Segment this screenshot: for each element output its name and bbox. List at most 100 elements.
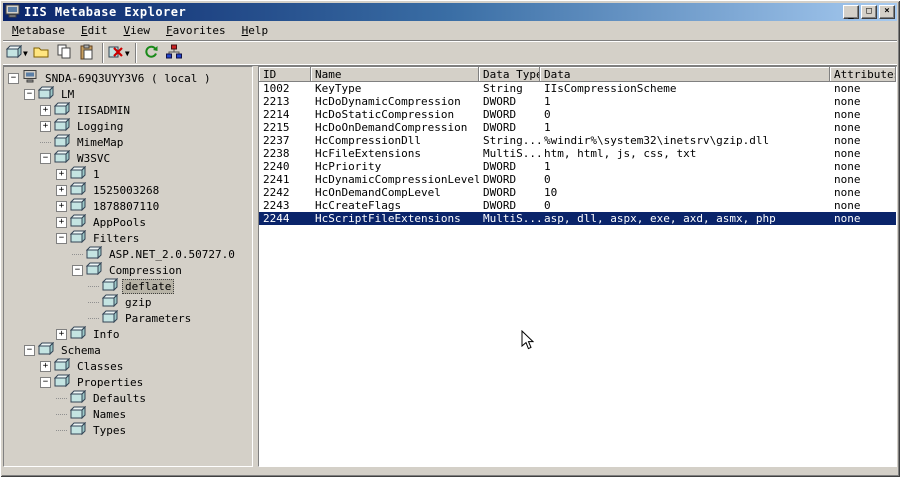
expand-toggle-icon[interactable]: + — [56, 216, 67, 228]
list-row-1002[interactable]: 1002 KeyType String IIsCompressionScheme non… — [259, 82, 896, 95]
cell-attributes: none — [834, 160, 861, 173]
cell-id: 2240 — [263, 160, 290, 173]
collapse-toggle-icon[interactable]: − — [8, 72, 19, 84]
column-header-name[interactable]: Name — [311, 67, 479, 82]
tree-node-gzip[interactable]: gzip — [4, 293, 252, 310]
tree-node-apppools[interactable]: + AppPools — [4, 213, 252, 230]
cell-name: HcPriority — [315, 160, 382, 173]
tree-node-defaults[interactable]: Defaults — [4, 389, 252, 406]
column-header-data-type[interactable]: Data Type — [479, 67, 540, 82]
tree-node-label: Properties — [77, 375, 144, 389]
tree-node-lm[interactable]: − LM — [4, 85, 252, 102]
open-key-button[interactable] — [30, 42, 52, 64]
copy-button[interactable] — [53, 42, 75, 64]
cell-name: HcDoStaticCompression — [315, 108, 455, 121]
menu-help[interactable]: Help — [234, 22, 277, 39]
copy-icon — [56, 44, 72, 63]
delete-button[interactable]: ▼ — [107, 42, 131, 64]
collapse-toggle-icon[interactable]: − — [40, 152, 51, 164]
tree-connector — [56, 429, 67, 431]
cell-data: 1 — [544, 121, 551, 134]
list-row-2242[interactable]: 2242 HcOnDemandCompLevel DWORD 10 none — [259, 186, 896, 199]
cell-attributes: none — [834, 134, 861, 147]
column-header-id[interactable]: ID — [259, 67, 311, 82]
tree-node-snda-69q3uyy3v6-local[interactable]: − SNDA-69Q3UYY3V6 ( local ) — [4, 70, 252, 86]
cell-name: HcDynamicCompressionLevel — [315, 173, 479, 186]
expand-toggle-icon[interactable]: + — [40, 104, 51, 116]
key-node-icon — [69, 421, 90, 438]
key-node-icon — [53, 149, 74, 166]
minimize-button[interactable]: _ — [843, 5, 859, 19]
tree-node-classes[interactable]: + Classes — [4, 357, 252, 374]
column-header-data[interactable]: Data — [540, 67, 830, 82]
list-row-2237[interactable]: 2237 HcCompressionDll String... %windir%\sy… — [259, 134, 896, 147]
key-node-icon — [53, 133, 74, 150]
menu-metabase[interactable]: Metabase — [4, 22, 73, 39]
expand-toggle-icon[interactable]: + — [56, 184, 67, 196]
list-row-2215[interactable]: 2215 HcDoOnDemandCompression DWORD 1 none — [259, 121, 896, 134]
cell-attributes: none — [834, 212, 861, 225]
tree-node-compression[interactable]: − Compression — [4, 261, 252, 278]
list-row-2240[interactable]: 2240 HcPriority DWORD 1 none — [259, 160, 896, 173]
collapse-toggle-icon[interactable]: − — [40, 376, 51, 388]
expand-toggle-icon[interactable]: + — [40, 120, 51, 132]
tree-connector — [72, 253, 83, 255]
tree-node-w3svc[interactable]: − W3SVC — [4, 149, 252, 166]
tree-node-types[interactable]: Types — [4, 421, 252, 438]
cell-id: 2241 — [263, 173, 290, 186]
list-row-2243[interactable]: 2243 HcCreateFlags DWORD 0 none — [259, 199, 896, 212]
cell-data: htm, html, js, css, txt — [544, 147, 697, 160]
maximize-button[interactable]: □ — [861, 5, 877, 19]
tree-node-logging[interactable]: + Logging — [4, 117, 252, 134]
collapse-toggle-icon[interactable]: − — [24, 344, 35, 356]
tree-node-1[interactable]: +1 — [4, 165, 252, 182]
toolbar: ▼ ▼ — [3, 40, 897, 66]
tree-node-asp-net-2-0-50727-0[interactable]: ASP.NET_2.0.50727.0 — [4, 245, 252, 262]
tree-node-parameters[interactable]: Parameters — [4, 309, 252, 326]
connect-server-button[interactable] — [163, 42, 185, 64]
collapse-toggle-icon[interactable]: − — [72, 264, 83, 276]
list-row-2214[interactable]: 2214 HcDoStaticCompression DWORD 0 none — [259, 108, 896, 121]
list-row-2244[interactable]: 2244 HcScriptFileExtensions MultiS... asp, … — [259, 212, 896, 225]
menu-favorites[interactable]: Favorites — [158, 22, 234, 39]
tree-node-deflate[interactable]: deflate — [4, 277, 252, 294]
list-row-2241[interactable]: 2241 HcDynamicCompressionLevel DWORD 0 none — [259, 173, 896, 186]
refresh-icon — [143, 44, 159, 63]
refresh-button[interactable] — [140, 42, 162, 64]
tree-node-names[interactable]: Names — [4, 405, 252, 422]
tree-node-schema[interactable]: − Schema — [4, 341, 252, 358]
paste-button[interactable] — [76, 42, 98, 64]
expand-toggle-icon[interactable]: + — [56, 168, 67, 180]
key-node-icon — [53, 357, 74, 374]
tree-node-label: 1 — [93, 167, 100, 181]
expand-toggle-icon[interactable]: + — [56, 200, 67, 212]
cell-name: HcScriptFileExtensions — [315, 212, 461, 225]
window-title: IIS Metabase Explorer — [24, 5, 187, 19]
cell-id: 2238 — [263, 147, 290, 160]
new-key-button[interactable]: ▼ — [5, 42, 29, 64]
collapse-toggle-icon[interactable]: − — [24, 88, 35, 100]
values-list: ID Name Data Type Data Attributes 1002 KeyTyp… — [258, 66, 897, 467]
menu-view[interactable]: View — [115, 22, 158, 39]
close-button[interactable]: × — [879, 5, 895, 19]
cell-attributes: none — [834, 121, 861, 134]
tree-node-1878807110[interactable]: +1878807110 — [4, 197, 252, 214]
list-row-2213[interactable]: 2213 HcDoDynamicCompression DWORD 1 none — [259, 95, 896, 108]
tree-node-info[interactable]: + Info — [4, 325, 252, 342]
menu-edit[interactable]: Edit — [73, 22, 116, 39]
tree-node-filters[interactable]: − Filters — [4, 229, 252, 246]
collapse-toggle-icon[interactable]: − — [56, 232, 67, 244]
dropdown-arrow-icon: ▼ — [23, 48, 28, 58]
column-header-attributes[interactable]: Attributes — [830, 67, 896, 82]
tree-node-mimemap[interactable]: MimeMap — [4, 133, 252, 150]
main-area: − SNDA-69Q3UYY3V6 ( local ) − LM + IISADMIN + L… — [3, 66, 897, 467]
tree-node-iisadmin[interactable]: + IISADMIN — [4, 101, 252, 118]
tree-node-1525003268[interactable]: +1525003268 — [4, 181, 252, 198]
tree-node-label: AppPools — [93, 215, 146, 229]
expand-toggle-icon[interactable]: + — [40, 360, 51, 372]
title-bar[interactable]: IIS Metabase Explorer _ □ × — [3, 3, 897, 21]
tree-node-properties[interactable]: − Properties — [4, 373, 252, 390]
list-row-2238[interactable]: 2238 HcFileExtensions MultiS... htm, html, … — [259, 147, 896, 160]
expand-toggle-icon[interactable]: + — [56, 328, 67, 340]
cell-data-type: DWORD — [483, 186, 517, 199]
